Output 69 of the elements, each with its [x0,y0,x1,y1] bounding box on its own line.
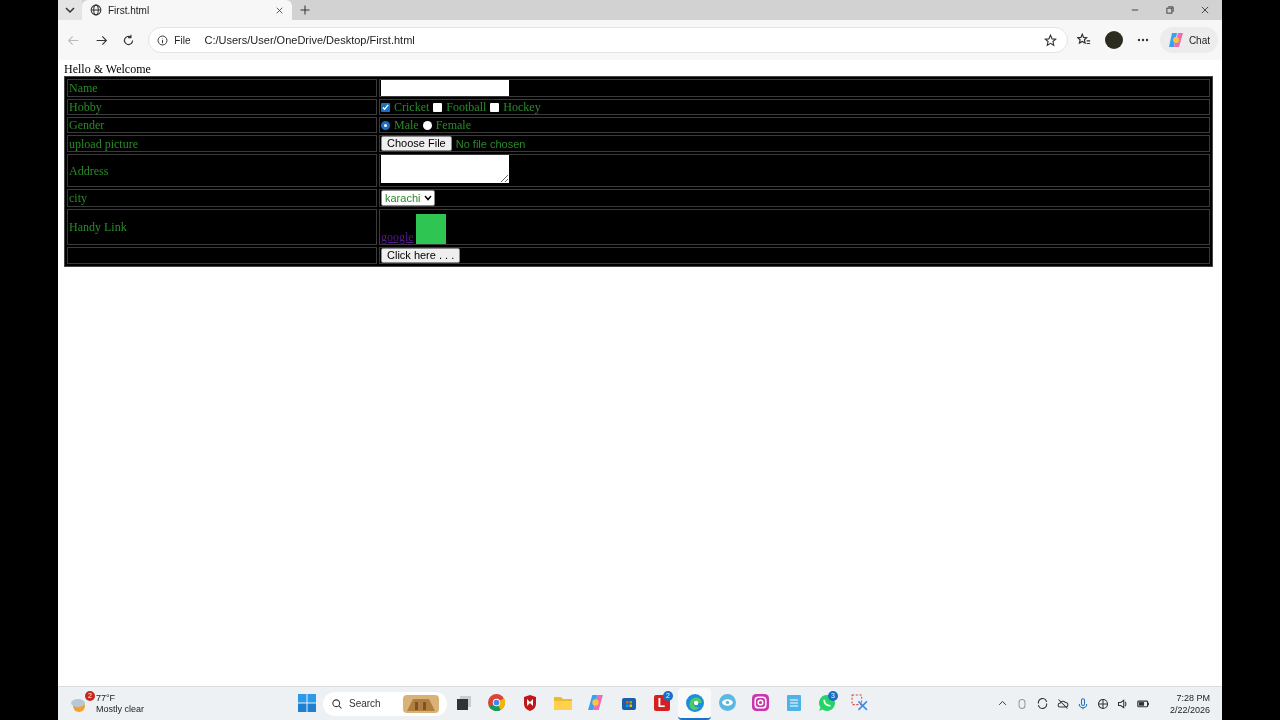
folder-icon [553,694,572,711]
page-heading: Hello & Welcome [64,62,152,76]
checkbox-label: Hockey [503,100,541,114]
sync-icon [1035,697,1049,710]
field-label: city [69,191,87,205]
scissors-icon [851,694,868,711]
browser-tab[interactable]: First.html [82,0,292,20]
clock[interactable]: 7:28 PM 2/22/2026 [1169,691,1210,716]
browser-icon [488,694,505,711]
battery-icon [1136,697,1150,710]
radio-label: Female [435,118,471,132]
plus-icon [299,4,311,16]
info-icon [157,34,169,46]
city-dropdown[interactable]: karachi [381,190,436,206]
file-status: No file chosen [455,136,526,151]
address-bar[interactable]: File C:/Users/User/OneDrive/Desktop/First.html [148,27,1068,53]
checkbox-label: Cricket [394,100,430,114]
network-icon [1096,697,1109,710]
field-label: upload picture [69,136,138,151]
temperature: 77°F [96,692,117,704]
chat-button[interactable]: Chat [1159,27,1218,53]
cloud-off-icon [1056,697,1069,710]
close-icon [274,5,284,15]
arrow-right-icon [94,33,108,47]
eye-icon [719,694,736,711]
file-label: File [174,34,191,46]
chevron-down-icon [424,195,433,201]
tab-list-button[interactable] [58,0,82,20]
speaker-icon [1116,697,1129,710]
star-icon [1044,33,1058,47]
image-placeholder [415,214,446,244]
click-here-button[interactable]: Click here . . . [381,248,461,263]
task-view-icon [455,694,472,711]
field-label: Hobby [69,100,102,114]
field-label: Name [69,81,98,95]
refresh-icon [122,33,136,47]
copilot-icon [1167,32,1184,48]
field-label: Gender [69,118,105,132]
radio-button[interactable] [381,120,390,130]
weather-condition: Mostly clear [96,703,144,715]
microphone-icon [1076,697,1089,710]
chat-bubble-icon [817,693,836,712]
windows-logo-icon [297,693,316,712]
camera-icon [752,694,769,711]
globe-icon [90,4,102,16]
search-icon [331,697,343,710]
shield-icon [521,694,538,711]
copilot-icon [587,694,604,711]
field-label: Address [69,163,109,178]
checkbox-label: Football [446,100,487,114]
radio-button[interactable] [422,120,432,130]
notepad-icon [786,694,801,711]
edge-icon [685,693,704,712]
avatar-icon [1104,31,1123,49]
more-icon [1137,38,1150,42]
checkbox[interactable] [433,102,443,112]
choose-file-button[interactable]: Choose File [381,136,452,151]
restore-icon [1164,5,1175,15]
search-field[interactable]: Search [323,691,447,716]
star-list-icon [1077,33,1092,47]
close-icon [1199,5,1210,15]
address-field[interactable] [381,155,509,183]
chevron-down-icon [65,6,75,14]
arrow-left-icon [67,33,81,47]
field-label: Handy Link [69,220,127,234]
radio-label: Male [394,118,419,132]
checkbox[interactable] [381,102,390,112]
checkbox[interactable] [490,102,500,112]
url-text: C:/Users/User/OneDrive/Desktop/First.html [204,34,416,46]
